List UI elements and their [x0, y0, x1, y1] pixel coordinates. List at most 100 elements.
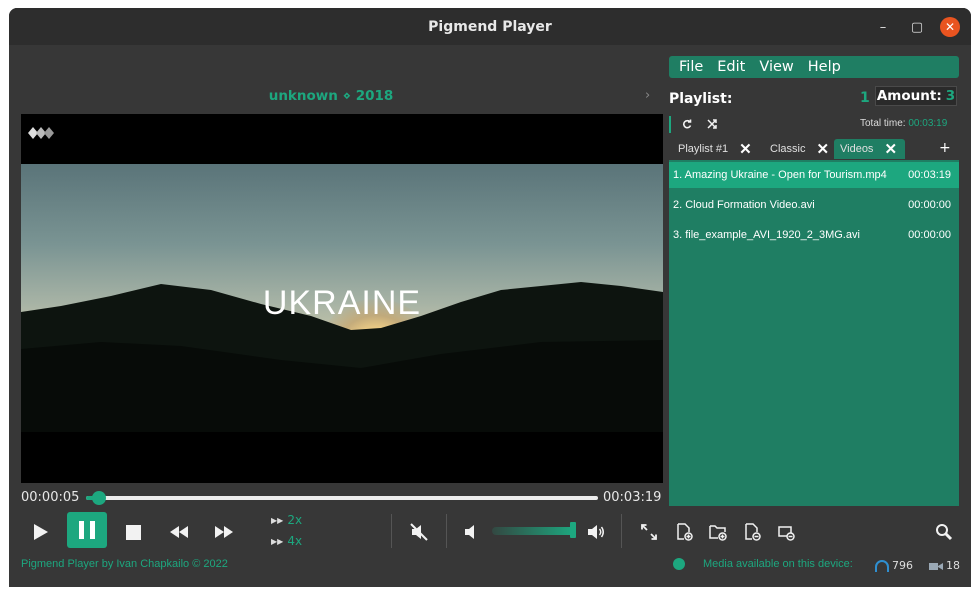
audio-icon: [875, 559, 889, 572]
search-icon: [936, 524, 953, 541]
add-file-icon: [677, 523, 693, 541]
speed-2x-label: 2x: [287, 513, 303, 527]
play-icon: [34, 524, 48, 540]
menu-file[interactable]: File: [679, 59, 703, 75]
fullscreen-icon: [641, 524, 657, 540]
pause-button[interactable]: [67, 512, 107, 548]
tab-label: Videos: [840, 143, 874, 155]
media-available-label: Media available on this device:: [703, 558, 853, 570]
window-title: Pigmend Player: [428, 18, 552, 35]
audio-count: 796: [875, 559, 913, 572]
playlist-item[interactable]: 1. Amazing Ukraine - Open for Tourism.mp…: [669, 162, 959, 188]
video-frame: UKRAINE: [21, 164, 663, 432]
shuffle-button[interactable]: [704, 116, 720, 132]
speed-4x-button[interactable]: ▶▶ 4x: [271, 534, 302, 548]
title-bar: Pigmend Player – ▢ ✕: [9, 8, 971, 45]
remove-file-icon: [745, 523, 761, 541]
maximize-button[interactable]: ▢: [907, 17, 927, 37]
minimize-button[interactable]: –: [873, 17, 893, 37]
video-count-value: 18: [946, 559, 960, 572]
volume-handle[interactable]: [570, 522, 576, 538]
playlist-item[interactable]: 2. Cloud Formation Video.avi 00:00:00: [669, 192, 959, 218]
stop-icon: [125, 524, 141, 540]
speed-icon: ▶▶: [271, 536, 284, 546]
speed-4x-label: 4x: [287, 534, 303, 548]
volume-high-icon: [588, 525, 604, 539]
video-title-text: UKRAINE: [262, 284, 422, 322]
pause-icon: [79, 521, 95, 539]
playlist-item-duration: 00:03:19: [908, 169, 951, 181]
total-time-label: Total time:: [860, 118, 906, 129]
playlist-title: Playlist:: [669, 91, 733, 107]
total-time: 00:03:19: [603, 490, 662, 505]
volume-down-button[interactable]: [460, 520, 482, 544]
tab-playlist-1[interactable]: Playlist #1 ✕: [678, 139, 752, 159]
video-count: 18: [929, 559, 960, 572]
current-time: 00:00:05: [21, 490, 80, 505]
shuffle-icon: [707, 119, 717, 129]
fast-forward-icon: [215, 526, 233, 538]
fullscreen-button[interactable]: [635, 518, 663, 546]
media-status-indicator: [673, 558, 685, 570]
next-info-arrow[interactable]: ›: [645, 88, 650, 103]
playlist-item-duration: 00:00:00: [908, 229, 951, 241]
seek-handle[interactable]: [91, 491, 106, 505]
rewind-icon: [170, 526, 188, 538]
playlist-item-name: 2. Cloud Formation Video.avi: [673, 199, 815, 211]
close-tab-icon[interactable]: ✕: [816, 140, 829, 158]
audio-count-value: 796: [892, 559, 913, 572]
divider: [621, 514, 622, 548]
video-area[interactable]: UKRAINE: [21, 114, 663, 483]
mute-button[interactable]: [405, 518, 433, 546]
credit-text: Pigmend Player by Ivan Chapkailo © 2022: [21, 558, 228, 570]
add-tab-button[interactable]: +: [939, 140, 951, 156]
amount-label: Amount:: [876, 88, 942, 104]
playlist-item-name: 1. Amazing Ukraine - Open for Tourism.mp…: [673, 169, 887, 181]
close-tab-icon[interactable]: ✕: [739, 140, 752, 158]
app-window: Pigmend Player – ▢ ✕ unknown ⋄ 2018 › UK…: [9, 8, 971, 587]
speed-2x-button[interactable]: ▶▶ 2x: [271, 513, 302, 527]
playlist-item[interactable]: 3. file_example_AVI_1920_2_3MG.avi 00:00…: [669, 222, 959, 248]
track-info: unknown ⋄ 2018: [268, 88, 394, 104]
menu-view[interactable]: View: [759, 59, 793, 75]
add-folder-icon: [709, 525, 727, 541]
add-file-button[interactable]: [670, 518, 698, 546]
close-button[interactable]: ✕: [940, 17, 960, 37]
clear-playlist-button[interactable]: [772, 518, 800, 546]
speed-icon: ▶▶: [271, 515, 284, 525]
tab-classic[interactable]: Classic ✕: [770, 139, 829, 159]
stop-button[interactable]: [119, 518, 147, 546]
menu-help[interactable]: Help: [808, 59, 841, 75]
video-camera-icon: [929, 562, 943, 570]
playlist-item-duration: 00:00:00: [908, 199, 951, 211]
search-button[interactable]: [930, 518, 958, 546]
amount-value: 3: [945, 88, 956, 104]
menu-edit[interactable]: Edit: [717, 59, 745, 75]
menu-bar: File Edit View Help: [669, 56, 959, 78]
remove-file-button[interactable]: [738, 518, 766, 546]
playlist-indicator: [669, 116, 671, 133]
clear-playlist-icon: [778, 526, 795, 541]
repeat-button[interactable]: [679, 116, 695, 132]
add-folder-button[interactable]: [704, 518, 732, 546]
volume-slider[interactable]: [492, 527, 574, 535]
divider: [391, 514, 392, 548]
play-button[interactable]: [27, 518, 55, 546]
mute-icon: [410, 523, 428, 541]
fast-forward-button[interactable]: [210, 518, 238, 546]
amount-box: Amount: 3: [875, 86, 957, 106]
tab-label: Playlist #1: [678, 143, 729, 155]
tab-label: Classic: [770, 143, 806, 155]
playlist-item-name: 3. file_example_AVI_1920_2_3MG.avi: [673, 229, 860, 241]
seek-bar[interactable]: [86, 491, 598, 505]
volume-up-button[interactable]: [583, 519, 609, 545]
video-logo-icon: [28, 127, 54, 139]
total-time-value: 00:03:19: [908, 118, 948, 129]
close-tab-icon[interactable]: ✕: [884, 140, 897, 158]
tab-videos[interactable]: Videos ✕: [834, 139, 905, 159]
playlist-panel: 1. Amazing Ukraine - Open for Tourism.mp…: [669, 160, 959, 506]
playlist-total-time: Total time: 00:03:19: [860, 118, 947, 129]
rewind-button[interactable]: [165, 518, 193, 546]
current-track-index: 1: [860, 90, 870, 106]
volume-low-icon: [465, 525, 474, 539]
